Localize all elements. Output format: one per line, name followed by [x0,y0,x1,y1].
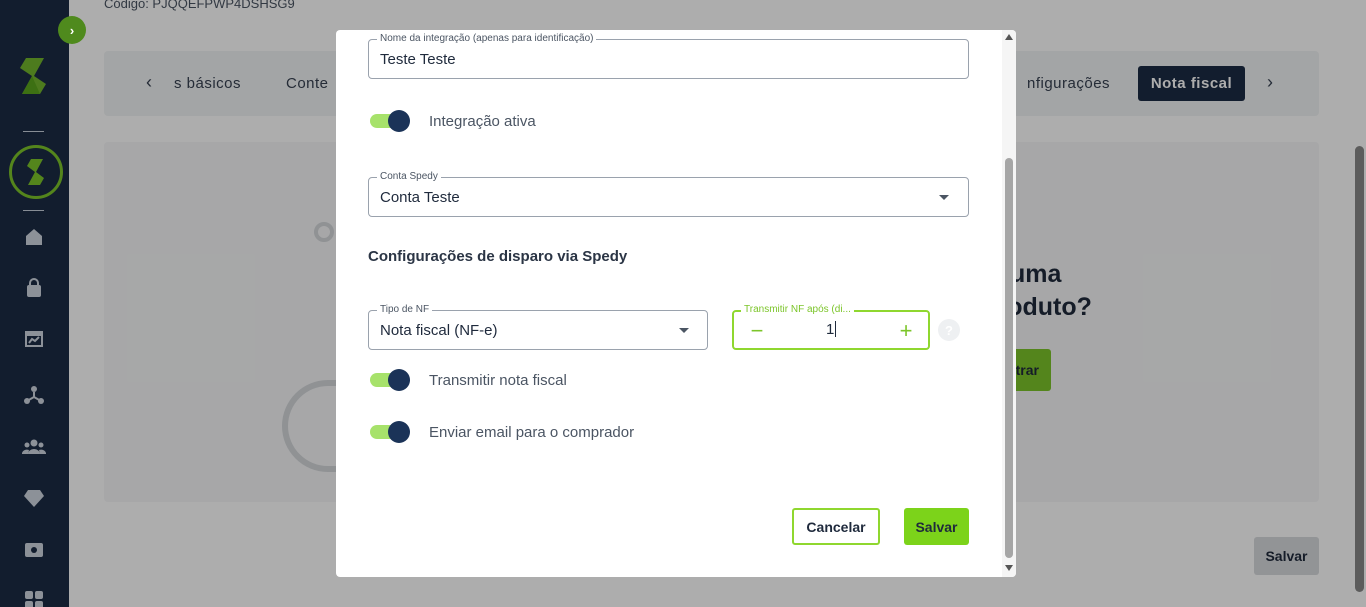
sidebar-expand-button[interactable]: › [58,16,86,44]
transmit-invoice-toggle[interactable] [368,368,410,392]
field-value: Nota fiscal (NF-e) [380,322,498,339]
transmit-invoice-label: Transmitir nota fiscal [429,372,567,389]
integration-active-toggle[interactable] [368,109,410,133]
field-value: Conta Teste [380,189,460,206]
integration-active-label: Integração ativa [429,113,536,130]
transmit-after-stepper[interactable]: Transmitir NF após (di... − 1 + [732,304,930,350]
save-button[interactable]: Salvar [904,508,969,545]
integration-modal: Nome da integração (apenas para identifi… [336,30,1016,577]
stepper-value[interactable]: 1 [826,321,836,338]
scroll-down-icon[interactable] [1005,565,1013,571]
minus-icon[interactable]: − [745,319,769,343]
spedy-account-select[interactable]: Conta Spedy Conta Teste [368,171,969,217]
send-email-toggle[interactable] [368,420,410,444]
cancel-button[interactable]: Cancelar [792,508,880,545]
caret-down-icon [939,195,949,200]
field-label: Tipo de NF [377,304,433,316]
scroll-up-icon[interactable] [1005,34,1013,40]
field-value: Teste Teste [380,51,456,68]
plus-icon[interactable]: + [894,319,918,343]
toggle-knob [388,110,410,132]
section-title: Configurações de disparo via Spedy [368,248,628,265]
chevron-right-icon: › [69,22,75,38]
field-label: Transmitir NF após (di... [741,304,854,316]
help-icon[interactable]: ? [938,319,960,341]
scrollbar-thumb[interactable] [1005,158,1013,558]
caret-down-icon [679,328,689,333]
toggle-knob [388,369,410,391]
nf-type-select[interactable]: Tipo de NF Nota fiscal (NF-e) [368,304,708,350]
toggle-knob [388,421,410,443]
field-label: Nome da integração (apenas para identifi… [377,33,597,45]
modal-scrollbar[interactable] [1002,30,1016,577]
field-label: Conta Spedy [377,171,441,183]
integration-name-field[interactable]: Nome da integração (apenas para identifi… [368,33,969,79]
send-email-label: Enviar email para o comprador [429,424,635,441]
